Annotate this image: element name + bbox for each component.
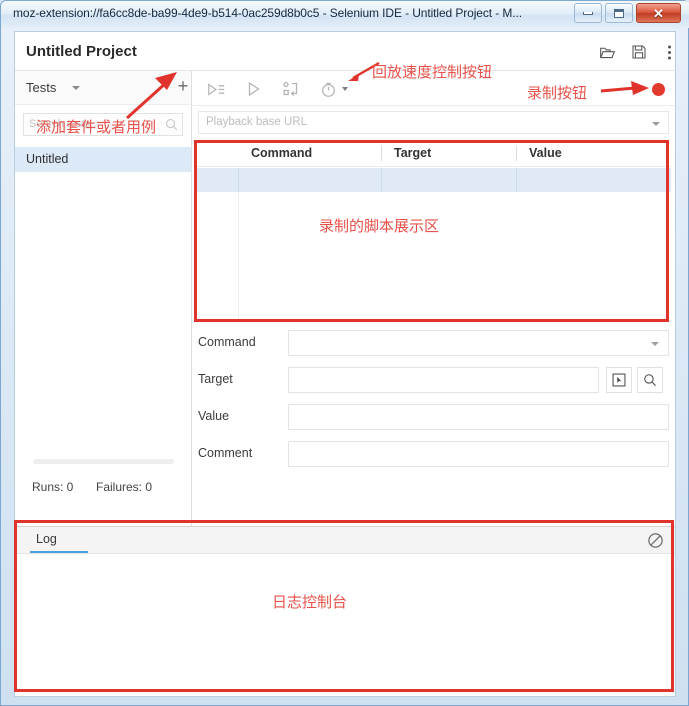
cell-divider (381, 168, 382, 192)
tab-active-indicator (30, 551, 88, 553)
window-titlebar: moz-extension://fa6cc8de-ba99-4de9-b514-… (1, 1, 689, 28)
test-run-stats: Runs: 0 Failures: 0 (15, 475, 191, 501)
runs-count: Runs: 0 (32, 480, 74, 494)
cell-divider (238, 168, 239, 192)
more-options-icon[interactable] (658, 41, 675, 63)
failures-count: Failures: 0 (96, 480, 153, 494)
editor-pane: Playback base URL Command Target Value C… (192, 71, 675, 526)
form-row-value: Value (192, 400, 675, 436)
log-output (15, 555, 675, 696)
minimize-button[interactable] (574, 3, 602, 23)
save-project-icon[interactable] (628, 41, 650, 63)
playback-speed-icon[interactable] (316, 78, 340, 100)
playback-base-url-input[interactable]: Playback base URL (206, 116, 307, 128)
form-row-comment: Comment (192, 437, 675, 473)
window-title: moz-extension://fa6cc8de-ba99-4de9-b514-… (13, 6, 522, 20)
target-field-label: Target (198, 372, 233, 386)
tests-dropdown-label[interactable]: Tests (26, 80, 56, 95)
step-over-icon[interactable] (279, 78, 303, 100)
form-row-command: Command (192, 326, 675, 362)
comment-input[interactable] (288, 441, 669, 467)
search-input[interactable]: Search tests... (29, 118, 154, 130)
form-row-target: Target (192, 363, 675, 399)
command-input[interactable] (288, 330, 669, 356)
tests-header-bar: Tests + (15, 71, 191, 105)
chevron-down-icon[interactable] (651, 342, 659, 346)
value-field-label: Value (198, 409, 230, 423)
record-button[interactable] (652, 83, 665, 96)
comment-field-label: Comment (198, 446, 253, 460)
cell-divider (516, 168, 517, 192)
table-row[interactable] (196, 168, 671, 192)
command-table: Command Target Value (196, 141, 671, 321)
chevron-down-icon[interactable] (652, 122, 660, 126)
select-target-icon[interactable] (606, 367, 632, 393)
value-input[interactable] (288, 404, 669, 430)
find-target-icon[interactable] (637, 367, 663, 393)
log-panel: Log (15, 526, 675, 696)
close-icon: ✕ (653, 5, 664, 21)
search-tests-field[interactable]: Search tests... (23, 113, 183, 136)
chevron-down-icon[interactable] (342, 87, 348, 91)
command-table-header: Command Target Value (196, 141, 671, 167)
playback-base-url-field[interactable]: Playback base URL (198, 111, 669, 134)
column-divider (516, 146, 517, 161)
page-title: Untitled Project (26, 43, 137, 60)
log-tabbar: Log (15, 527, 675, 554)
app-header: Untitled Project (15, 32, 675, 71)
playback-toolbar (192, 71, 675, 106)
browser-window: moz-extension://fa6cc8de-ba99-4de9-b514-… (0, 0, 689, 706)
sidebar-scrollbar[interactable] (33, 459, 174, 464)
table-bottom-divider (196, 320, 671, 321)
list-item[interactable]: Untitled (15, 147, 191, 172)
search-icon (166, 119, 178, 131)
close-button[interactable]: ✕ (636, 3, 681, 23)
command-field-label: Command (198, 335, 256, 349)
test-list: Untitled (15, 147, 191, 172)
maximize-button[interactable] (605, 3, 633, 23)
maximize-icon (614, 8, 624, 18)
tab-log[interactable]: Log (36, 532, 57, 550)
column-header-target: Target (394, 146, 432, 160)
column-header-value: Value (529, 146, 562, 160)
minimize-icon (583, 11, 593, 15)
column-divider (381, 146, 382, 161)
open-project-icon[interactable] (596, 41, 618, 63)
run-current-test-icon[interactable] (242, 78, 266, 100)
selenium-ide-app: Untitled Project Tests + Search tests...… (14, 31, 676, 697)
target-input[interactable] (288, 367, 599, 393)
clear-log-icon[interactable] (647, 532, 664, 549)
run-all-tests-icon[interactable] (204, 78, 228, 100)
add-test-button[interactable]: + (175, 77, 191, 96)
chevron-down-icon[interactable] (72, 86, 80, 90)
sidebar: Tests + Search tests... Untitled Runs: 0… (15, 71, 192, 526)
column-header-command: Command (251, 146, 313, 160)
table-gutter-divider (238, 192, 239, 320)
